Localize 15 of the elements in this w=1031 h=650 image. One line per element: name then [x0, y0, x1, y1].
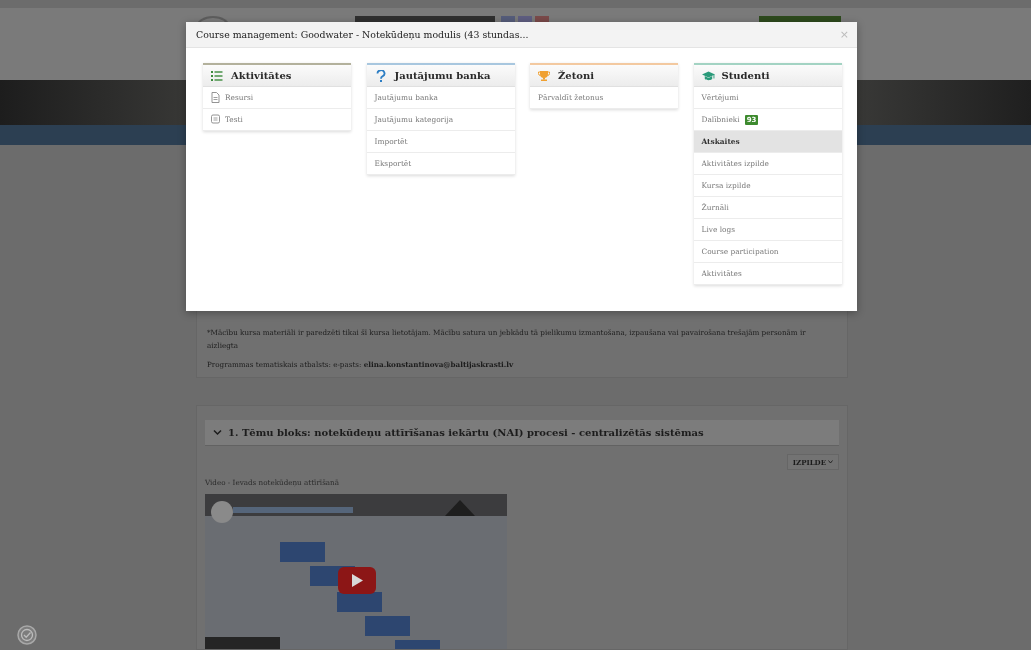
list-icon	[211, 69, 224, 82]
document-icon	[211, 92, 220, 103]
graduation-cap-icon	[701, 69, 715, 82]
section-title: 1. Tēmu bloks: notekūdeņu attīrīšanas iekārtu (NAI) procesi - centralizētās sistēmas	[228, 427, 704, 438]
card-title: Žetoni	[558, 70, 595, 81]
checklist-icon	[211, 114, 220, 125]
accessibility-icon[interactable]	[17, 625, 37, 645]
trophy-icon	[538, 69, 551, 82]
caret-icon	[828, 460, 833, 464]
modal-title: Course management: Goodwater - Notekūdeņu modulis (43 stundas...	[196, 29, 529, 40]
card-title: Jautājumu banka	[394, 70, 491, 81]
card-title: Aktivitātes	[231, 70, 292, 81]
card-title: Studenti	[721, 70, 770, 81]
question-mark-icon	[374, 69, 388, 82]
section-header[interactable]: 1. Tēmu bloks: notekūdeņu attīrīšanas iekārtu (NAI) procesi - centralizētās sistēmas	[205, 420, 839, 446]
